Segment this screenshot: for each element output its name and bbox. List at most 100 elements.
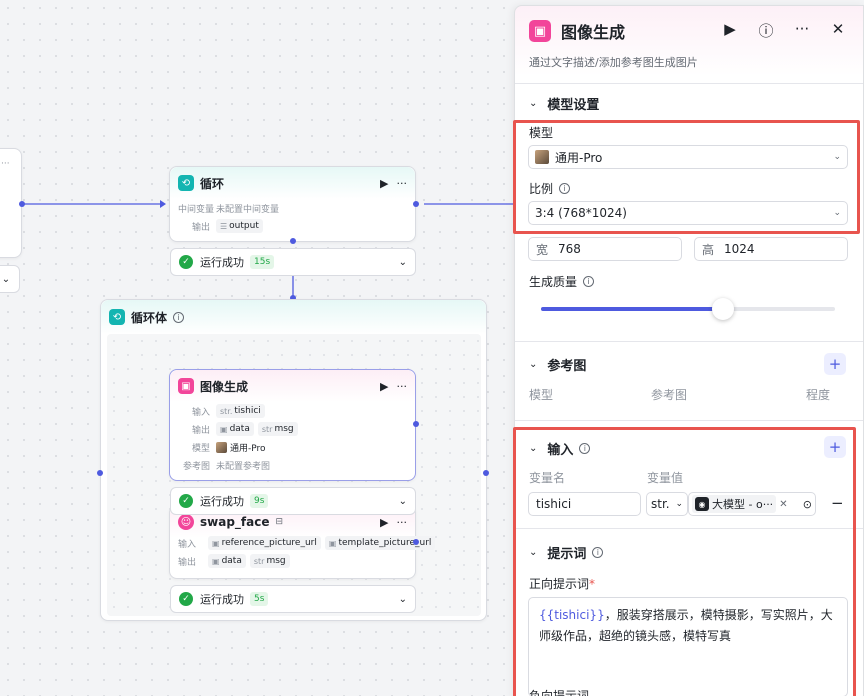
image-icon: ▣: [178, 378, 194, 394]
column-header: 模型: [529, 388, 554, 402]
run-icon[interactable]: ▶: [380, 380, 388, 393]
height-input[interactable]: 高 1024: [694, 237, 848, 261]
clear-icon[interactable]: ✕: [779, 499, 787, 510]
swap-face-node[interactable]: ☺ swap_face ⊟ ▶ ··· 输入 ▣ reference_picture…: [169, 505, 436, 579]
chevron-down-icon[interactable]: ⌄: [529, 547, 537, 558]
node-title: 循环: [200, 176, 225, 191]
field-label: 中间变量: [178, 204, 215, 215]
positive-prompt-input[interactable]: {{tishici}}，服装穿搭展示，模特摄影，写实照片，大师级作品，超绝的镜头…: [528, 597, 848, 696]
reference-section[interactable]: ⌄ 参考图: [529, 355, 586, 374]
run-icon[interactable]: ▶: [380, 516, 388, 529]
info-icon[interactable]: i: [173, 311, 185, 323]
partial-status-left[interactable]: ⌄: [0, 265, 20, 293]
info-icon[interactable]: i: [579, 443, 591, 454]
chevron-down-icon[interactable]: ⌄: [399, 496, 407, 507]
image-icon: ▣: [212, 538, 220, 548]
more-icon[interactable]: ···: [397, 380, 408, 393]
chevron-down-icon[interactable]: ⌄: [529, 98, 537, 109]
divider: [515, 528, 863, 529]
more-icon[interactable]: ···: [397, 177, 408, 190]
field-value: 未配置中间变量: [216, 204, 280, 215]
model-thumbnail: [535, 150, 549, 164]
variable-value-input[interactable]: ◉ 大模型 - o··· ✕ ⊙: [688, 492, 816, 516]
run-icon[interactable]: ▶: [721, 20, 739, 41]
image-gen-node[interactable]: ▣ 图像生成 ▶ ··· 输入 str. tishici 输出 ▣ data str msg…: [169, 369, 416, 481]
variable-type-select[interactable]: str. ⌄: [646, 492, 688, 516]
duration-badge: 5s: [250, 592, 269, 606]
loop-status[interactable]: ✓ 运行成功 15s ⌄: [170, 248, 416, 276]
negative-prompt-label: 负向提示词: [529, 689, 590, 696]
column-header: 程度: [806, 388, 831, 402]
chevron-down-icon: ⌄: [833, 208, 841, 218]
chevron-down-icon[interactable]: ⌄: [399, 257, 407, 268]
variable-name-input[interactable]: tishici: [528, 492, 641, 516]
output-tag: str msg: [249, 554, 290, 568]
field-value: 未配置参考图: [216, 461, 271, 472]
swap-face-status[interactable]: ✓ 运行成功 5s ⌄: [170, 585, 416, 613]
duration-badge: 15s: [250, 255, 275, 269]
model-value: 通用-Pro: [230, 443, 266, 454]
chevron-down-icon[interactable]: ⌄: [2, 274, 10, 285]
output-tag: ▣ data: [208, 554, 246, 568]
list-icon: ☰: [220, 221, 228, 231]
input-section[interactable]: ⌄ 输入 i: [529, 439, 591, 458]
model-label: 模型: [529, 126, 554, 140]
input-tag: ▣ reference_picture_url: [208, 536, 321, 550]
loop-node[interactable]: ⟲ 循环 ▶ ··· 中间变量 未配置中间变量 输出 ☰ output: [169, 166, 416, 242]
ratio-select[interactable]: 3:4 (768*1024) ⌄: [528, 201, 848, 225]
field-label: 输出: [178, 557, 197, 568]
field-label: 输出: [191, 425, 210, 436]
image-gen-status[interactable]: ✓ 运行成功 9s ⌄: [170, 487, 416, 515]
loop-icon: ⟲: [178, 175, 194, 191]
more-icon: ···: [1, 159, 10, 169]
status-text: 运行成功: [200, 495, 244, 508]
port: [19, 201, 25, 207]
status-text: 运行成功: [200, 256, 244, 269]
variable-ref-tag: ◉ 大模型 - o···: [692, 495, 777, 513]
model-settings-section[interactable]: ⌄ 模型设置: [529, 94, 599, 113]
column-header: 变量名: [529, 471, 566, 485]
plugin-icon: ☺: [178, 514, 194, 530]
remove-variable-button[interactable]: −: [831, 494, 844, 512]
add-input-button[interactable]: +: [824, 436, 846, 458]
slider-handle[interactable]: [712, 298, 735, 320]
output-tag: ▣ data: [216, 422, 254, 436]
more-icon[interactable]: ···: [397, 516, 408, 529]
llm-icon: ◉: [695, 497, 709, 511]
port: [483, 470, 489, 476]
image-icon: ▣: [220, 424, 228, 434]
model-select[interactable]: 通用-Pro ⌄: [528, 145, 848, 169]
model-thumbnail: [216, 441, 227, 453]
image-icon: ▣: [529, 20, 551, 42]
divider: [515, 83, 863, 84]
info-icon[interactable]: i: [559, 183, 571, 194]
run-icon[interactable]: ▶: [380, 177, 388, 190]
target-icon[interactable]: ⊙: [803, 498, 812, 511]
chevron-down-icon[interactable]: ⌄: [529, 443, 537, 454]
help-icon[interactable]: ⓘ: [757, 20, 775, 41]
port: [413, 421, 419, 427]
info-icon[interactable]: i: [583, 276, 595, 287]
more-icon[interactable]: ···: [793, 20, 811, 41]
port: [290, 238, 296, 244]
width-input[interactable]: 宽 768: [528, 237, 682, 261]
field-label: 输出: [191, 222, 210, 233]
duration-badge: 9s: [250, 494, 269, 508]
port: [413, 201, 419, 207]
success-icon: ✓: [179, 255, 193, 269]
info-icon[interactable]: i: [592, 547, 604, 558]
input-tag: str. tishici: [216, 404, 265, 418]
port: [97, 470, 103, 476]
chevron-down-icon[interactable]: ⌄: [529, 359, 537, 370]
add-reference-button[interactable]: +: [824, 353, 846, 375]
output-tag: str msg: [257, 422, 298, 436]
prompt-section[interactable]: ⌄ 提示词 i: [529, 543, 604, 562]
close-icon[interactable]: ✕: [829, 20, 847, 41]
ratio-label: 比例 i: [529, 180, 571, 197]
chevron-down-icon: ⌄: [675, 499, 683, 509]
divider: [515, 420, 863, 421]
node-settings-panel: ▣ 图像生成 ▶ ⓘ ··· ✕ 通过文字描述/添加参考图生成图片 ⌄ 模型设置…: [514, 5, 864, 696]
status-text: 运行成功: [200, 593, 244, 606]
quality-slider[interactable]: [541, 298, 835, 320]
chevron-down-icon[interactable]: ⌄: [399, 594, 407, 605]
